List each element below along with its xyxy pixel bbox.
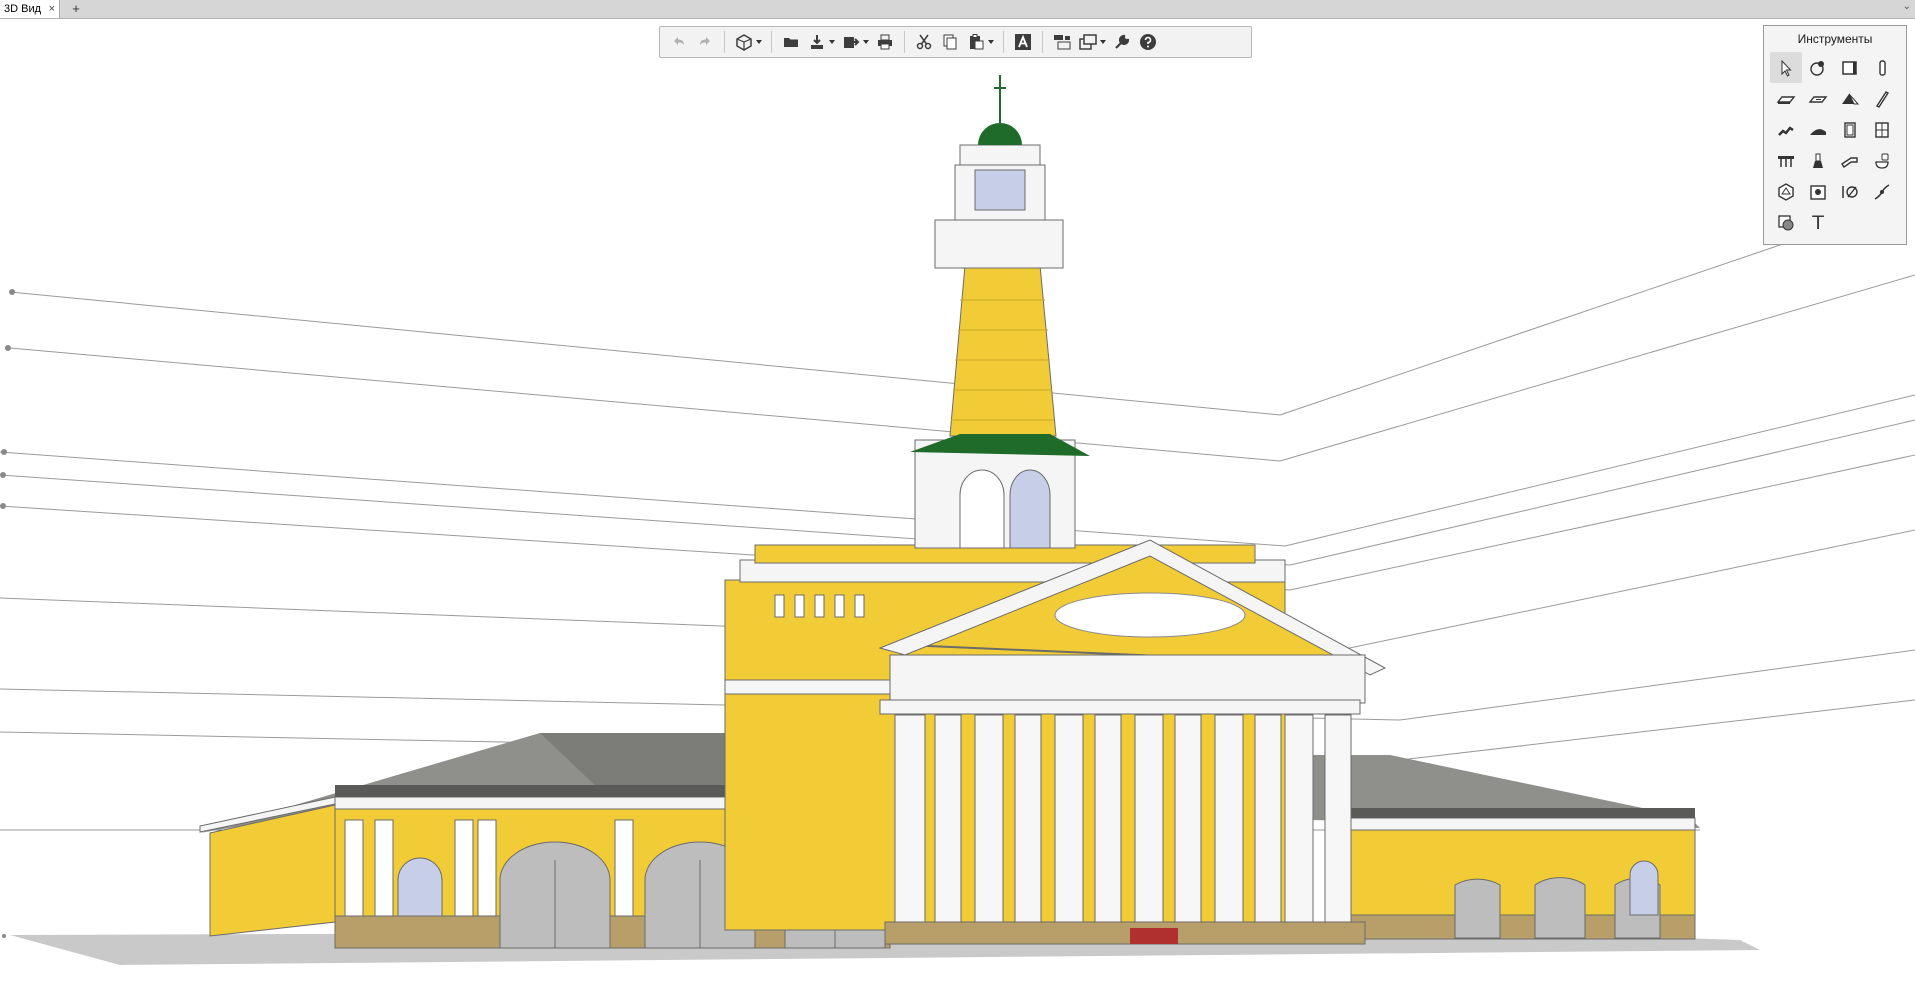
tower-shaft [949, 264, 1057, 437]
beam-icon[interactable] [1866, 83, 1898, 114]
section-icon[interactable] [1866, 176, 1898, 207]
redo-icon[interactable] [692, 29, 718, 55]
layers-icon[interactable] [1049, 29, 1075, 55]
wrench-icon[interactable] [1109, 29, 1135, 55]
undo-icon[interactable] [666, 29, 692, 55]
palette-title: Инструменты [1797, 32, 1873, 46]
wall-icon[interactable] [1834, 52, 1866, 83]
object-icon[interactable] [1770, 176, 1802, 207]
standard-toolbar [659, 26, 1252, 58]
pipe-icon[interactable] [1834, 145, 1866, 176]
toolbar-separator [771, 31, 772, 53]
railing-icon[interactable] [1770, 145, 1802, 176]
roof-icon[interactable] [1834, 83, 1866, 114]
toolbar-separator [724, 31, 725, 53]
stair-icon[interactable] [1770, 114, 1802, 145]
text-icon[interactable]: T [1802, 207, 1834, 238]
dimension-icon[interactable] [1834, 176, 1866, 207]
tools-palette: Инструменты T [1763, 25, 1907, 245]
tower-dome [978, 123, 1022, 145]
lamp-icon[interactable] [1802, 145, 1834, 176]
column-icon[interactable] [1866, 52, 1898, 83]
construction-icon[interactable] [1802, 52, 1834, 83]
slab-icon[interactable] [1770, 83, 1802, 114]
tab-bar: 3D Вид × + ⌄ [0, 0, 1915, 19]
export-icon[interactable] [838, 29, 872, 55]
save-icon[interactable] [804, 29, 838, 55]
print-icon[interactable] [872, 29, 898, 55]
eagle-emblem [1054, 592, 1246, 638]
3d-viewport[interactable] [0, 19, 1915, 1007]
ramp-icon[interactable] [1802, 114, 1834, 145]
fixture-icon[interactable] [1866, 145, 1898, 176]
3d-view-icon[interactable] [731, 29, 765, 55]
door-icon[interactable] [1834, 114, 1866, 145]
help-icon[interactable] [1135, 29, 1161, 55]
zone-icon[interactable] [1802, 176, 1834, 207]
window-icon[interactable] [1866, 114, 1898, 145]
floor-icon[interactable] [1802, 83, 1834, 114]
tower-gallery [934, 219, 1064, 269]
toolbar-separator [904, 31, 905, 53]
add-tab-icon[interactable]: + [66, 1, 86, 17]
paste-icon[interactable] [963, 29, 997, 55]
text-style-icon[interactable] [1010, 29, 1036, 55]
entrance-steps [1130, 928, 1178, 944]
tab-label: 3D Вид [4, 3, 42, 15]
folder-icon[interactable] [778, 29, 804, 55]
toolbar-separator [1042, 31, 1043, 53]
text-tool-glyph: T [1812, 211, 1824, 234]
views-icon[interactable] [1075, 29, 1109, 55]
chevron-down-icon[interactable]: ⌄ [1903, 0, 1911, 14]
toolbar-separator [1003, 31, 1004, 53]
select-arrow-icon[interactable] [1770, 52, 1802, 83]
hatch-icon[interactable] [1770, 207, 1802, 238]
cut-icon[interactable] [911, 29, 937, 55]
tab-3d-view[interactable]: 3D Вид × [0, 0, 60, 18]
close-icon[interactable]: × [49, 0, 55, 18]
copy-icon[interactable] [937, 29, 963, 55]
entablature [889, 654, 1366, 704]
